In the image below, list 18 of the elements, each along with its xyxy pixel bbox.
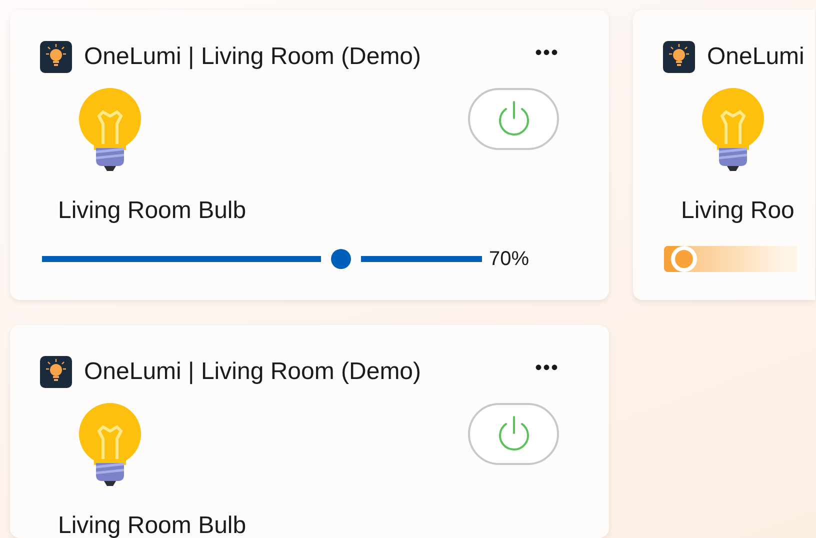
more-options-button[interactable]: ••• xyxy=(534,358,559,386)
card-title: OneLumi | Living Room (Demo) xyxy=(84,357,422,387)
card-title: OneLumi xyxy=(707,42,804,72)
card-title: OneLumi | Living Room (Demo) xyxy=(84,42,422,72)
slider-thumb[interactable] xyxy=(331,249,352,269)
app-bulb-icon xyxy=(663,41,695,73)
device-name: Living Room Bulb xyxy=(58,513,248,538)
brightness-value: 70% xyxy=(489,247,530,272)
device-name: Living Room Bulb xyxy=(58,198,248,224)
color-temperature-slider[interactable] xyxy=(664,246,797,272)
more-options-button[interactable]: ••• xyxy=(534,43,559,71)
brightness-slider[interactable] xyxy=(42,249,482,269)
light-bulb-icon xyxy=(701,88,765,172)
app-bulb-icon xyxy=(40,356,72,388)
device-name: Living Roo xyxy=(681,198,796,224)
light-bulb-icon xyxy=(78,88,142,172)
light-bulb-icon xyxy=(78,403,142,487)
app-bulb-icon xyxy=(40,41,72,73)
